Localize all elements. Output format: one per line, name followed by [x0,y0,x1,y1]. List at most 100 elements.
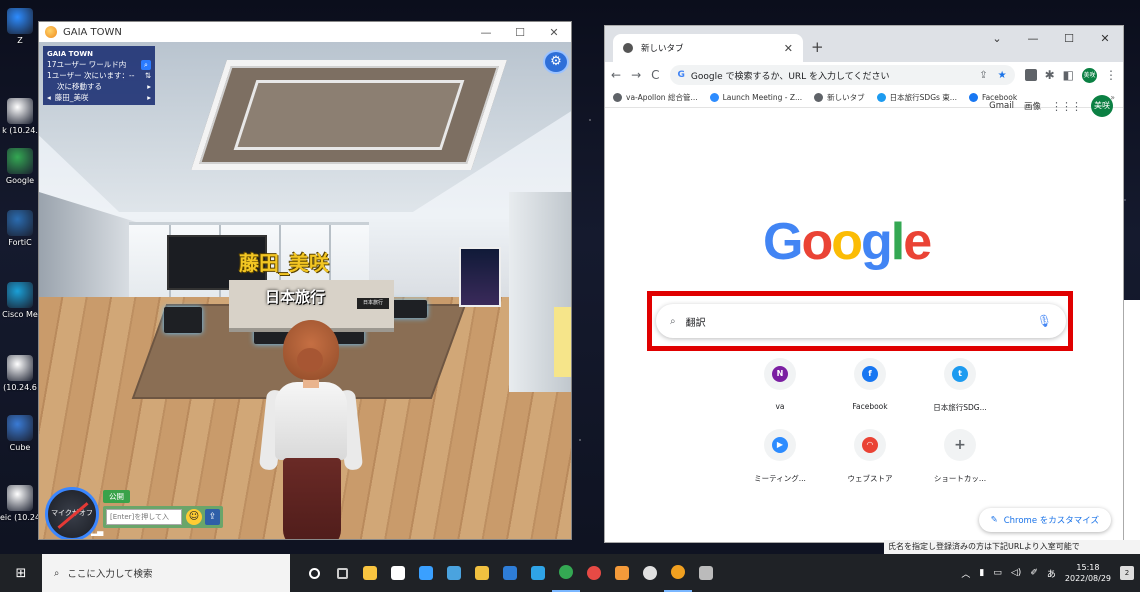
extension-s-icon[interactable] [1024,69,1037,81]
back-button[interactable]: ← [611,68,621,82]
taskbar-app-task-view[interactable] [300,554,328,592]
chrome-menu-icon[interactable]: ⋮ [1105,68,1117,82]
address-bar[interactable]: G Google で検索するか、URL を入力してください ⇪ ★ [669,65,1015,85]
tab-new-tab[interactable]: 新しいタブ ✕ [613,34,803,62]
virtual-world-view[interactable]: 日本旅行 藤田_美咲 日本旅行 GAIA TOWN 17ユーザー ワールド内 ⌕… [39,42,571,539]
google-search-input[interactable] [685,315,1027,327]
chevron-right-icon: ▸ [147,82,151,91]
desktop-shortcut-icon[interactable]: Cube [0,415,40,452]
chrome-close-button[interactable]: ✕ [1087,26,1123,54]
gaia-minimize-button[interactable]: — [469,26,503,39]
taskbar-app-app-folder[interactable] [468,554,496,592]
desktop-shortcut-icon[interactable]: (10.24.6 [0,355,40,392]
extensions-puzzle-icon[interactable]: ✱ [1045,68,1055,82]
gear-icon[interactable]: ⚙ [545,52,567,72]
desktop-shortcut-icon[interactable]: eic (10.24.6 [0,485,40,522]
bookmark-label: 新しいタブ [827,93,865,102]
shortcut-glyph: t [952,366,968,382]
network-icon[interactable]: ▮ [979,568,984,578]
smiley-icon[interactable]: ☺ [186,509,202,525]
clock-date: 2022/08/29 [1064,574,1111,583]
taskbar-search-box[interactable]: ⌕ ここに入力して検索 [42,554,290,592]
close-tab-icon[interactable]: ✕ [784,42,793,55]
battery-icon[interactable]: ▭ [993,568,1002,578]
desktop-icon-label: FortiC [8,238,32,247]
desktop-shortcut-icon[interactable]: k (10.24. [0,98,40,135]
gaia-maximize-button[interactable]: ☐ [503,26,537,39]
apps-grid-icon[interactable]: ⋮⋮⋮ [1051,100,1082,113]
bookmark-item[interactable]: 日本旅行SDGs 東... [876,92,957,103]
profile-button[interactable]: 美咲 [1082,67,1097,83]
google-logo: Google [763,212,932,272]
taskbar-app-store[interactable] [384,554,412,592]
taskbar-app-app-screen[interactable] [496,554,524,592]
desktop-shortcut-icon[interactable]: Cisco Me [0,282,40,319]
users-in-world: 17ユーザー ワールド内 [47,60,127,69]
start-windows-icon[interactable]: ⊞ [0,554,42,592]
taskbar-app-chrome[interactable] [552,554,580,592]
google-search-box[interactable]: ⌕ 🎙 [656,304,1066,338]
shortcut-tile[interactable]: ◠ ウェブストア [825,429,915,484]
taskbar-app-app-blue[interactable] [440,554,468,592]
move-next-item[interactable]: 次に移動する ▸ [47,81,151,92]
taskbar-app-app-wheel[interactable] [636,554,664,592]
customize-chrome-button[interactable]: ✎ Chrome をカスタマイズ [978,508,1111,532]
shortcut-tile[interactable]: + ショートカッ... [915,429,1005,484]
new-tab-button[interactable]: + [811,38,824,56]
speaker-icon: ◂ [47,93,51,102]
taskbar-app-app-paint[interactable] [692,554,720,592]
images-link[interactable]: 画像 [1024,100,1041,112]
desktop-shortcut-icon[interactable]: Z [0,8,40,45]
taskbar-app-app-palette[interactable] [608,554,636,592]
chat-input[interactable] [106,509,182,525]
bookmark-item[interactable]: 新しいタブ [814,92,865,103]
voice-search-icon[interactable]: 🎙 [1037,314,1052,328]
logo-letter: o [831,213,863,271]
pencil-icon: ✎ [990,515,998,525]
bookmark-star-icon[interactable]: ★ [998,70,1007,81]
public-channel-badge[interactable]: 公開 [103,490,130,503]
notification-center-button[interactable]: 2 [1120,566,1134,580]
taskbar-app-mail[interactable] [412,554,440,592]
show-hidden-icons[interactable]: ︿ [961,567,970,580]
logo-letter: e [903,213,932,271]
taskbar-app-file-explorer[interactable] [356,554,384,592]
taskbar-app-gaia[interactable] [664,554,692,592]
shortcut-tile[interactable]: t 日本旅行SDG... [915,358,1005,413]
pen-icon[interactable]: ✐ [1030,568,1038,578]
gaia-close-button[interactable]: ✕ [537,26,571,39]
poster [459,247,501,307]
taskbar-app-app-link[interactable] [580,554,608,592]
next-user-info: 1ユーザー 次にいます：-- [47,71,135,80]
sort-icon[interactable]: ⇅ [145,71,151,80]
gmail-link[interactable]: Gmail [989,101,1014,111]
app-icon [7,282,33,308]
share-icon[interactable]: ⇪ [979,70,987,81]
volume-icon[interactable]: ◁) [1011,568,1021,578]
search-icon[interactable]: ⌕ [141,59,151,70]
chrome-minimize-button[interactable]: — [1015,26,1051,54]
shortcut-tile[interactable]: Nva [735,358,825,413]
tab-title: 新しいタブ [641,44,684,54]
desktop-shortcut-icon[interactable]: Google [0,148,40,185]
tab-search-button[interactable]: ⌄ [979,26,1015,54]
desktop-shortcut-icon[interactable]: FortiC [0,210,40,247]
clock[interactable]: 15:18 2022/08/29 [1065,562,1111,584]
reload-button[interactable]: C [651,68,659,82]
background-window-edge [1124,300,1140,540]
widgets-icon [336,567,348,579]
shortcut-tile[interactable]: f Facebook [825,358,915,413]
current-user-item[interactable]: ◂ 藤田_美咲 ▸ [47,92,151,103]
taskbar-app-edge[interactable] [524,554,552,592]
side-panel-icon[interactable]: ◧ [1063,68,1074,82]
app-icon [7,355,33,381]
forward-button[interactable]: → [631,68,641,82]
ime-indicator[interactable]: あ [1047,567,1056,580]
google-account-avatar[interactable]: 美咲 [1091,95,1113,117]
taskbar-app-widgets[interactable] [328,554,356,592]
upload-icon[interactable]: ⇪ [205,509,220,525]
bookmark-item[interactable]: Launch Meeting - Z... [709,93,802,102]
bookmark-item[interactable]: va-Apollon 総合管... [613,92,698,103]
shortcut-tile[interactable]: ▶ ミーティング... [735,429,825,484]
chrome-maximize-button[interactable]: ☐ [1051,26,1087,54]
